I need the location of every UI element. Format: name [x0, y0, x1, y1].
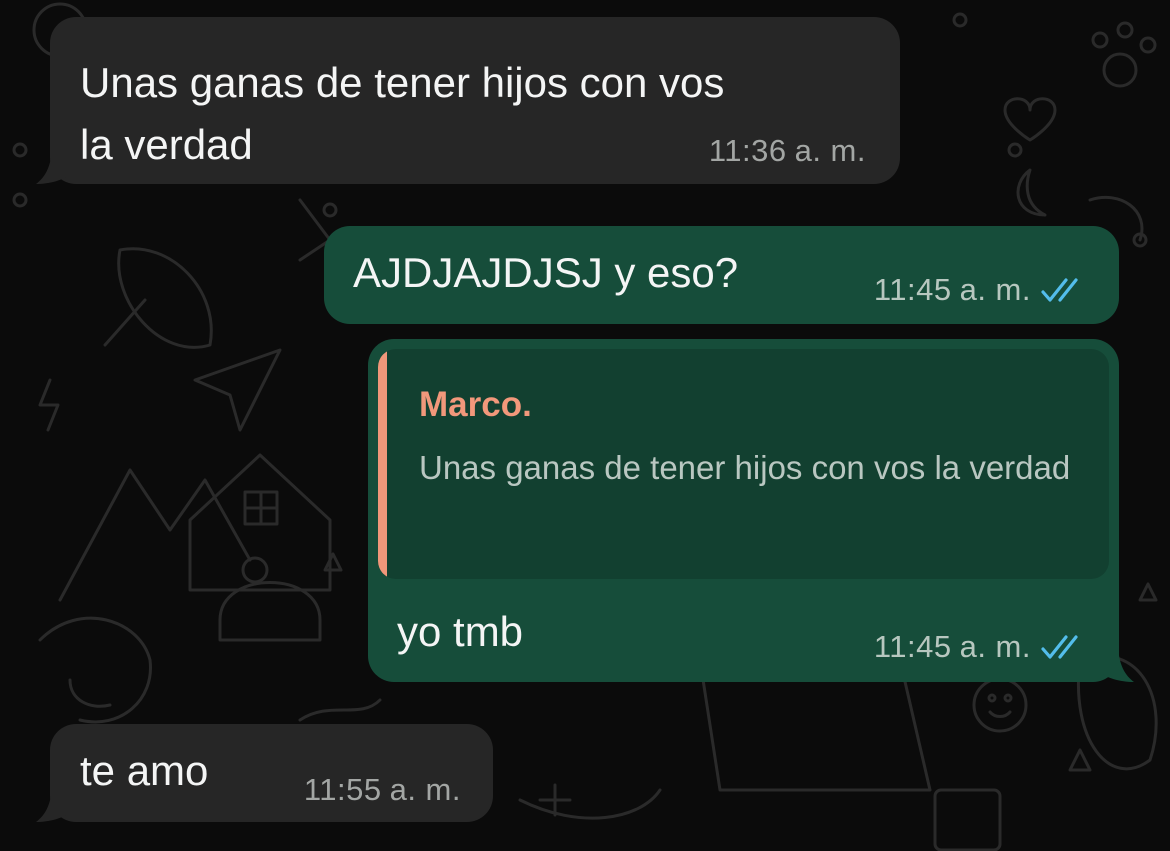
bubble-tail-incoming	[36, 144, 70, 184]
bubble-tail-outgoing	[1100, 642, 1134, 682]
message-text-line: Unas ganas de tener hijos con vos	[80, 59, 725, 106]
quote-accent-bar	[378, 349, 387, 579]
quote-author: Marco.	[419, 385, 532, 424]
message-time: 11:55	[303, 772, 382, 807]
message-period: a. m.	[389, 772, 461, 807]
message-text-line: la verdad	[80, 121, 253, 168]
message-meta: 11:55 a. m.	[304, 772, 461, 808]
message-text: AJDJAJDJSJ y eso?	[353, 249, 739, 296]
message-bubble-outgoing-reply[interactable]: Marco. Unas ganas de tener hijos con vos…	[368, 339, 1119, 682]
message-period: a. m.	[794, 133, 866, 168]
message-bubble-incoming[interactable]: Unas ganas de tener hijos con vos la ver…	[50, 17, 900, 184]
quoted-message[interactable]: Marco. Unas ganas de tener hijos con vos…	[378, 349, 1109, 579]
message-bubble-outgoing[interactable]: AJDJAJDJSJ y eso? 11:45 a. m.	[324, 226, 1119, 324]
message-meta: 11:45 a. m.	[874, 629, 1087, 665]
bubble-tail-incoming	[36, 782, 70, 822]
message-meta: 11:36 a. m.	[709, 133, 866, 169]
message-text: te amo	[80, 747, 209, 794]
message-time: 11:36	[708, 133, 787, 168]
message-period: a. m.	[959, 272, 1031, 307]
message-meta: 11:45 a. m.	[874, 272, 1087, 308]
message-text: yo tmb	[397, 608, 524, 655]
chat-thread: Unas ganas de tener hijos con vos la ver…	[0, 0, 1170, 851]
message-time: 11:45	[873, 629, 952, 664]
message-time: 11:45	[873, 272, 952, 307]
double-check-icon	[1041, 635, 1078, 659]
quote-text: Unas ganas de tener hijos con vos la ver…	[419, 449, 1071, 486]
message-period: a. m.	[959, 629, 1031, 664]
message-bubble-incoming[interactable]: te amo 11:55 a. m.	[50, 724, 493, 822]
double-check-icon	[1041, 278, 1078, 302]
